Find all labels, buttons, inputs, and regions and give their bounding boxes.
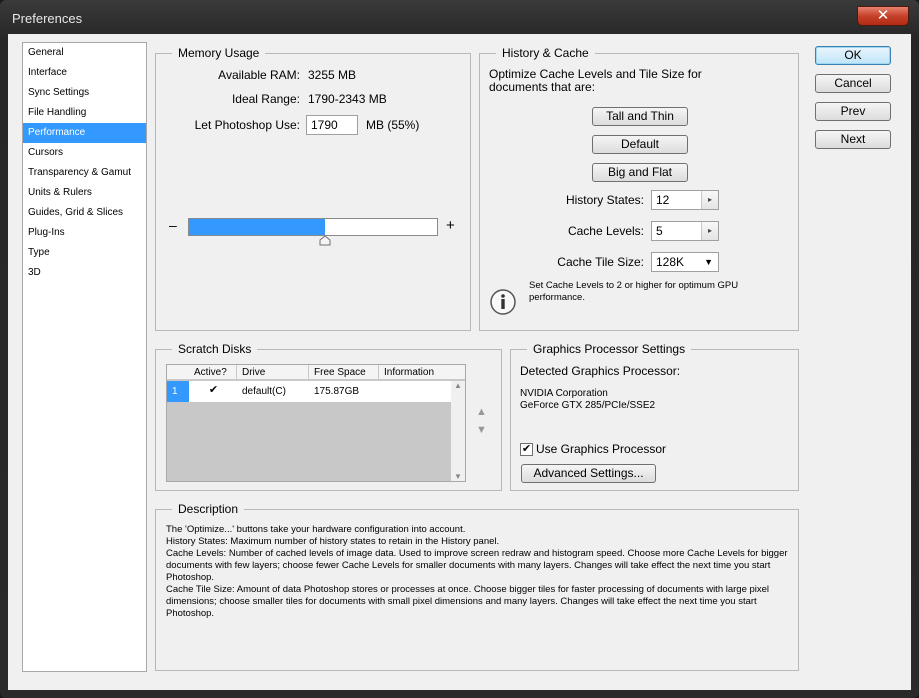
- history-cache-title: History & Cache: [496, 46, 595, 60]
- ideal-range-label: Ideal Range:: [231, 92, 300, 106]
- description-line: History States: Maximum number of histor…: [166, 536, 500, 547]
- description-text: The 'Optimize...' buttons take your hard…: [166, 524, 796, 620]
- history-states-spin-icon[interactable]: ▸: [701, 191, 718, 209]
- cache-tile-size-select[interactable]: 128K ▼: [651, 252, 719, 272]
- memory-slider-thumb[interactable]: [319, 236, 331, 246]
- big-and-flat-button[interactable]: Big and Flat: [592, 163, 688, 182]
- default-button[interactable]: Default: [592, 135, 688, 154]
- memory-use-input[interactable]: 1790: [306, 115, 358, 135]
- optimize-intro-text: Optimize Cache Levels and Tile Size for …: [489, 67, 702, 94]
- chevron-down-icon: ▼: [704, 257, 713, 267]
- history-cache-group: History & Cache Optimize Cache Levels an…: [479, 46, 799, 331]
- scratch-disks-header: Active? Drive Free Space Information: [167, 365, 465, 380]
- checkmark-icon: ✔: [521, 443, 532, 455]
- scratch-disks-table[interactable]: Active? Drive Free Space Information 1 ✔…: [166, 364, 466, 482]
- graphics-processor-group: Graphics Processor Settings Detected Gra…: [510, 342, 799, 491]
- memory-usage-group: Memory Usage Available RAM: 3255 MB Idea…: [155, 46, 471, 331]
- move-down-icon[interactable]: ▼: [476, 424, 487, 436]
- cache-levels-input[interactable]: 5 ▸: [651, 221, 719, 241]
- memory-usage-title: Memory Usage: [172, 46, 266, 60]
- increase-memory-button[interactable]: +: [446, 217, 455, 234]
- nav-item-interface[interactable]: Interface: [23, 63, 146, 83]
- nav-item-units-rulers[interactable]: Units & Rulers: [23, 183, 146, 203]
- use-gpu-label[interactable]: Use Graphics Processor: [536, 442, 666, 456]
- row-free-space: 175.87GB: [314, 386, 360, 397]
- cache-levels-label: Cache Levels:: [567, 224, 644, 238]
- preferences-window: Preferences ✕ General Interface Sync Set…: [0, 0, 919, 698]
- scratch-disks-title: Scratch Disks: [172, 342, 258, 356]
- nav-item-file-handling[interactable]: File Handling: [23, 103, 146, 123]
- ok-button[interactable]: OK: [815, 46, 891, 65]
- scroll-up-icon[interactable]: ▲: [454, 381, 462, 390]
- column-drive[interactable]: Drive: [237, 365, 309, 380]
- row-information: [379, 381, 384, 402]
- memory-use-value: 1790: [311, 118, 338, 132]
- gpu-vendor: NVIDIA Corporation: [520, 388, 608, 399]
- available-ram-label: Available RAM:: [218, 68, 300, 82]
- nav-item-transparency-gamut[interactable]: Transparency & Gamut: [23, 163, 146, 183]
- table-row[interactable]: 1 ✔ default(C) 175.87GB: [167, 381, 451, 402]
- gpu-model: GeForce GTX 285/PCIe/SSE2: [520, 400, 656, 411]
- prev-button[interactable]: Prev: [815, 102, 891, 121]
- category-list[interactable]: General Interface Sync Settings File Han…: [22, 42, 147, 672]
- checkmark-icon: ✔: [208, 384, 219, 396]
- nav-item-plug-ins[interactable]: Plug-Ins: [23, 223, 146, 243]
- graphics-processor-title: Graphics Processor Settings: [527, 342, 692, 356]
- move-up-icon[interactable]: ▲: [476, 406, 487, 418]
- nav-item-general[interactable]: General: [23, 43, 146, 63]
- memory-percent-label: MB (55%): [366, 118, 420, 132]
- history-states-value: 12: [656, 193, 670, 207]
- detected-gpu-label: Detected Graphics Processor:: [520, 364, 681, 378]
- table-scrollbar[interactable]: ▲ ▼: [451, 381, 465, 481]
- cache-levels-spin-icon[interactable]: ▸: [701, 222, 718, 240]
- nav-item-cursors[interactable]: Cursors: [23, 143, 146, 163]
- nav-item-type[interactable]: Type: [23, 243, 146, 263]
- memory-slider[interactable]: [188, 218, 438, 236]
- column-free-space[interactable]: Free Space: [309, 365, 379, 380]
- row-drive: default(C): [242, 386, 286, 397]
- window-title: Preferences: [12, 11, 83, 26]
- description-line: Cache Tile Size: Amount of data Photosho…: [166, 584, 770, 619]
- ideal-range-value: 1790-2343 MB: [308, 92, 387, 106]
- decrease-memory-button[interactable]: –: [169, 217, 177, 233]
- scroll-down-icon[interactable]: ▼: [454, 472, 462, 481]
- let-photoshop-use-label: Let Photoshop Use:: [194, 118, 300, 132]
- nav-item-3d[interactable]: 3D: [23, 263, 146, 283]
- cache-levels-value: 5: [656, 224, 663, 238]
- title-bar[interactable]: Preferences ✕: [0, 0, 919, 36]
- column-information[interactable]: Information: [379, 365, 465, 380]
- description-line: The 'Optimize...' buttons take your hard…: [166, 524, 466, 535]
- row-index: 1: [167, 381, 189, 402]
- description-line: Cache Levels: Number of cached levels of…: [166, 548, 788, 583]
- close-button[interactable]: ✕: [857, 6, 909, 26]
- available-ram-value: 3255 MB: [308, 68, 357, 82]
- column-active[interactable]: Active?: [189, 365, 237, 380]
- dialog-body: General Interface Sync Settings File Han…: [8, 34, 911, 690]
- scratch-disks-group: Scratch Disks Active? Drive Free Space I…: [155, 342, 502, 491]
- close-icon: ✕: [876, 7, 890, 24]
- nav-item-performance[interactable]: Performance: [23, 123, 146, 143]
- advanced-settings-button[interactable]: Advanced Settings...: [521, 464, 656, 483]
- nav-item-sync-settings[interactable]: Sync Settings: [23, 83, 146, 103]
- description-group: Description The 'Optimize...' buttons ta…: [155, 502, 799, 671]
- gpu-cache-note: Set Cache Levels to 2 or higher for opti…: [529, 280, 739, 303]
- cache-tile-size-label: Cache Tile Size:: [557, 255, 644, 269]
- scratch-active-checkbox[interactable]: ✔: [207, 385, 220, 398]
- tall-and-thin-button[interactable]: Tall and Thin: [592, 107, 688, 126]
- info-icon: [490, 289, 516, 315]
- description-title: Description: [172, 502, 245, 516]
- history-states-label: History States:: [565, 193, 644, 207]
- nav-item-guides-grid-slices[interactable]: Guides, Grid & Slices: [23, 203, 146, 223]
- cache-tile-size-value: 128K: [656, 255, 685, 269]
- use-gpu-checkbox[interactable]: ✔: [520, 443, 533, 456]
- cancel-button[interactable]: Cancel: [815, 74, 891, 93]
- history-states-input[interactable]: 12 ▸: [651, 190, 719, 210]
- next-button[interactable]: Next: [815, 130, 891, 149]
- memory-slider-fill: [189, 219, 325, 235]
